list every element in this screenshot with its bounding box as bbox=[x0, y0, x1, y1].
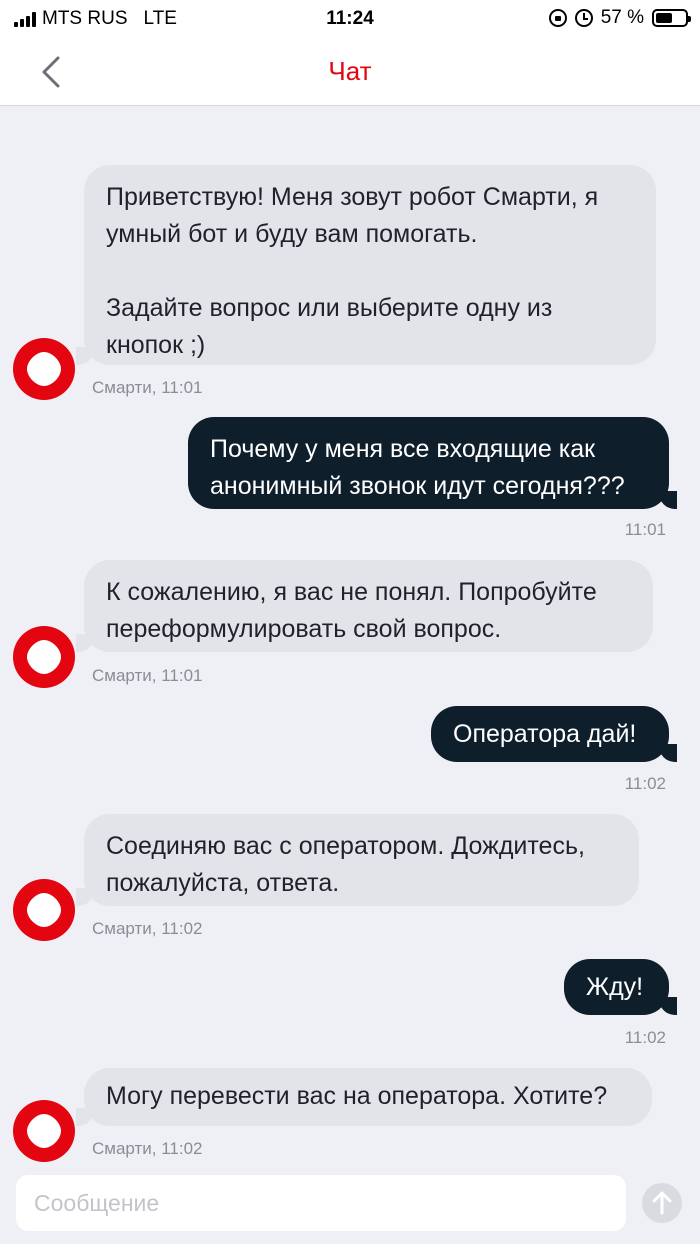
user-message-bubble: Почему у меня все входящие как анонимный… bbox=[188, 417, 677, 509]
mts-egg-icon bbox=[27, 640, 61, 674]
bot-avatar bbox=[13, 879, 75, 941]
mts-egg-icon bbox=[27, 893, 61, 927]
nav-bar: Чат bbox=[0, 38, 700, 106]
user-message-bubble: Оператора дай! bbox=[431, 706, 677, 762]
status-right: 57 % bbox=[548, 7, 691, 29]
message-meta: Смарти, 11:01 bbox=[92, 378, 203, 397]
bot-message-bubble: К сожалению, я вас не понял. Попробуйте … bbox=[76, 560, 653, 652]
message-meta: Смарти, 11:01 bbox=[92, 666, 203, 685]
bot-avatar bbox=[13, 1100, 75, 1162]
mts-egg-icon bbox=[27, 1114, 61, 1148]
bot-message-bubble: Могу перевести вас на оператора. Хотите? bbox=[76, 1068, 652, 1126]
mts-egg-icon bbox=[27, 352, 61, 386]
battery-level-fill bbox=[656, 13, 672, 23]
bot-avatar bbox=[13, 338, 75, 400]
composer-bar bbox=[0, 1163, 700, 1244]
message-input[interactable] bbox=[16, 1175, 626, 1231]
battery-icon bbox=[652, 9, 691, 27]
message-meta: Смарти, 11:02 bbox=[92, 919, 203, 938]
alarm-icon bbox=[574, 9, 593, 27]
bot-avatar bbox=[13, 626, 75, 688]
arrow-up-icon bbox=[652, 1191, 672, 1215]
message-meta: Смарти, 11:02 bbox=[92, 1139, 203, 1158]
send-button[interactable] bbox=[642, 1183, 682, 1223]
message-meta: 11:02 bbox=[624, 1028, 666, 1047]
status-bar: MTS RUS LTE 11:24 57 % bbox=[0, 0, 700, 38]
page-title: Чат bbox=[328, 56, 372, 86]
message-meta: 11:02 bbox=[624, 774, 666, 793]
message-meta: 11:01 bbox=[624, 520, 666, 539]
battery-percent: 57 % bbox=[600, 7, 644, 28]
bot-message-bubble: Соединяю вас с оператором. Дождитесь, по… bbox=[76, 814, 639, 906]
orientation-lock-icon bbox=[548, 9, 567, 27]
bot-message-bubble: Приветствую! Меня зовут робот Смарти, я … bbox=[76, 165, 656, 365]
user-message-bubble: Жду! bbox=[564, 959, 677, 1015]
